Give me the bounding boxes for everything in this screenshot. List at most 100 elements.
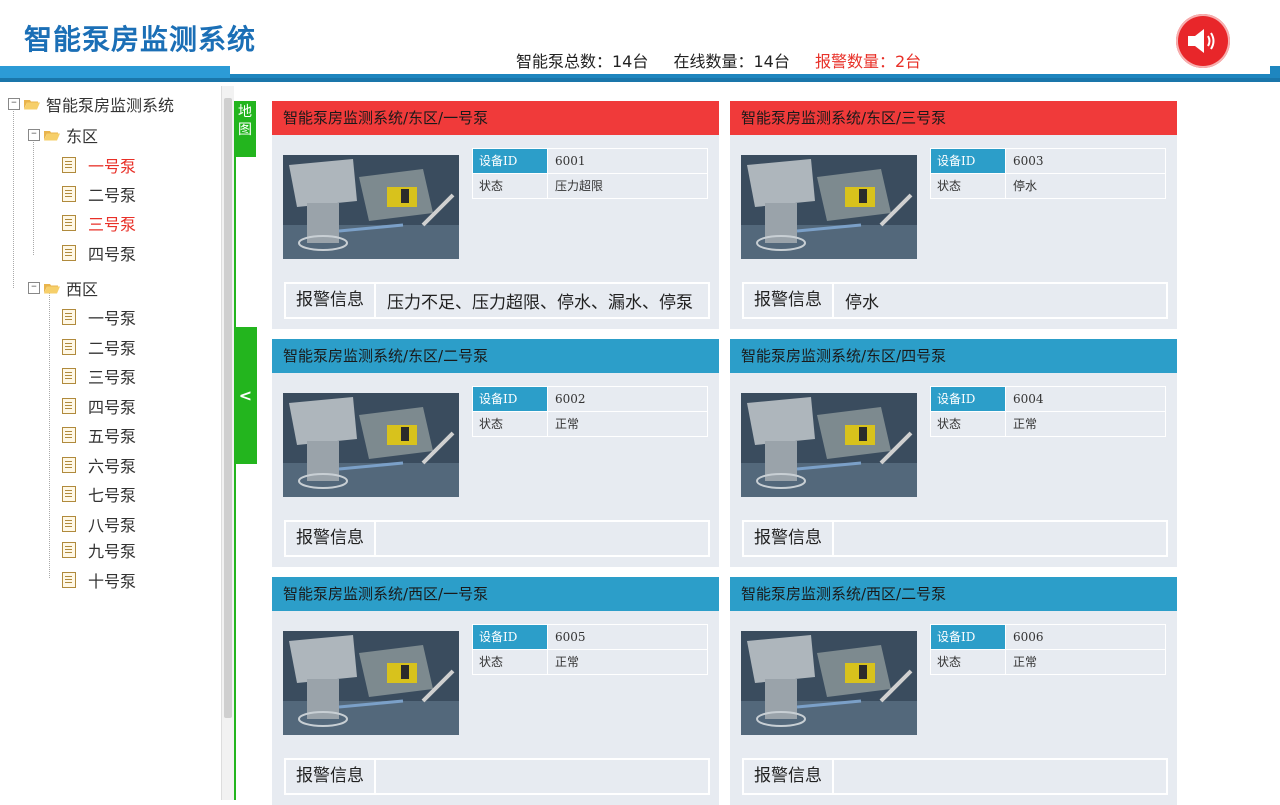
tree-item-label: 一号泵: [88, 157, 137, 176]
tree-item-label: 六号泵: [88, 457, 137, 476]
document-icon: [62, 516, 76, 532]
device-id-value: 6002: [555, 392, 586, 406]
status-value: 正常: [1013, 417, 1038, 431]
device-info-table: 设备ID 6005 状态 正常: [472, 624, 708, 675]
device-id-label: 设备ID: [473, 625, 548, 649]
status-label: 状态: [473, 412, 548, 436]
tree-item-west-6[interactable]: 六号泵: [62, 453, 136, 477]
tree-region-label: 西区: [66, 280, 99, 299]
tree-item-west-1[interactable]: 一号泵: [62, 305, 136, 329]
document-icon: [62, 245, 76, 261]
tree-region-label: 东区: [66, 127, 99, 146]
stat-total: 智能泵总数：14台: [516, 52, 649, 71]
pump-card[interactable]: 智能泵房监测系统/西区/一号泵 设备ID 6005 状态 正常 报警信息: [272, 577, 719, 805]
tree-item-west-5[interactable]: 五号泵: [62, 423, 136, 447]
pump-card[interactable]: 智能泵房监测系统/东区/二号泵 设备ID 6002 状态 正常 报警信息: [272, 339, 719, 567]
pump-card[interactable]: 智能泵房监测系统/东区/四号泵 设备ID 6004 状态 正常 报警信息: [730, 339, 1177, 567]
alarm-info-box: 报警信息 压力不足、压力超限、停水、漏水、停泵: [284, 282, 710, 319]
collapse-icon[interactable]: −: [28, 129, 40, 141]
card-title: 智能泵房监测系统/东区/四号泵: [730, 339, 1177, 373]
tree-region-west[interactable]: − 西区: [28, 276, 98, 300]
device-info-table: 设备ID 6002 状态 正常: [472, 386, 708, 437]
tree-item-west-4[interactable]: 四号泵: [62, 394, 136, 418]
tree-item-west-9[interactable]: 九号泵: [62, 538, 136, 562]
status-value: 压力超限: [555, 179, 604, 193]
alarm-info-box: 报警信息: [742, 520, 1168, 557]
stat-online: 在线数量：14台: [673, 52, 790, 71]
card-title: 智能泵房监测系统/东区/一号泵: [272, 101, 719, 135]
tree-item-east-3[interactable]: 三号泵: [62, 211, 136, 235]
alarm-info-label: 报警信息: [286, 760, 376, 793]
document-icon: [62, 309, 76, 325]
pump-station-image: [283, 631, 459, 735]
pump-card[interactable]: 智能泵房监测系统/西区/二号泵 设备ID 6006 状态 正常 报警信息: [730, 577, 1177, 805]
device-tree: − 智能泵房监测系统 − 东区 一号泵 二号泵 三号泵 四号泵 − 西区 一号泵…: [0, 86, 222, 800]
status-value: 正常: [1013, 655, 1038, 669]
device-info-table: 设备ID 6006 状态 正常: [930, 624, 1166, 675]
device-id-label: 设备ID: [473, 149, 548, 173]
tree-item-label: 二号泵: [88, 339, 137, 358]
tree-root[interactable]: − 智能泵房监测系统: [8, 92, 174, 116]
tree-item-west-8[interactable]: 八号泵: [62, 512, 136, 536]
device-id-value: 6003: [1013, 154, 1044, 168]
alarm-info-box: 报警信息: [284, 520, 710, 557]
pump-card[interactable]: 智能泵房监测系统/东区/一号泵 设备ID 6001 状态 压力超限 报警信息 压力不…: [272, 101, 719, 329]
tree-item-west-7[interactable]: 七号泵: [62, 482, 136, 506]
device-info-table: 设备ID 6001 状态 压力超限: [472, 148, 708, 199]
tree-item-label: 一号泵: [88, 309, 137, 328]
alarm-info-box: 报警信息: [284, 758, 710, 795]
document-icon: [62, 542, 76, 558]
device-id-value: 6006: [1013, 630, 1044, 644]
card-title: 智能泵房监测系统/西区/一号泵: [272, 577, 719, 611]
tree-item-label: 五号泵: [88, 427, 137, 446]
device-id-value: 6005: [555, 630, 586, 644]
tree-item-west-3[interactable]: 三号泵: [62, 364, 136, 388]
collapse-icon[interactable]: −: [8, 98, 20, 110]
map-tab[interactable]: 地图: [234, 101, 256, 157]
alarm-info-value: 压力不足、压力超限、停水、漏水、停泵: [387, 293, 693, 313]
pump-station-image: [741, 155, 917, 259]
device-info-table: 设备ID 6003 状态 停水: [930, 148, 1166, 199]
card-title: 智能泵房监测系统/西区/二号泵: [730, 577, 1177, 611]
tree-scrollbar[interactable]: [221, 86, 234, 800]
panel-divider: [234, 155, 236, 800]
folder-open-icon: [44, 284, 60, 294]
alarm-info-box: 报警信息: [742, 758, 1168, 795]
scrollbar-thumb[interactable]: [224, 98, 232, 718]
device-id-label: 设备ID: [931, 387, 1006, 411]
app-header: 智能泵房监测系统 智能泵总数：14台 在线数量：14台 报警数量：2台: [0, 0, 1280, 90]
alarm-info-label: 报警信息: [286, 284, 376, 317]
pump-card[interactable]: 智能泵房监测系统/东区/三号泵 设备ID 6003 状态 停水 报警信息 停水: [730, 101, 1177, 329]
tree-item-east-2[interactable]: 二号泵: [62, 182, 136, 206]
document-icon: [62, 186, 76, 202]
card-title: 智能泵房监测系统/东区/三号泵: [730, 101, 1177, 135]
tree-item-east-4[interactable]: 四号泵: [62, 241, 136, 265]
pump-station-image: [741, 393, 917, 497]
document-icon: [62, 368, 76, 384]
status-value: 正常: [555, 417, 580, 431]
tree-item-label: 三号泵: [88, 215, 137, 234]
tree-region-east[interactable]: − 东区: [28, 123, 98, 147]
status-label: 状态: [931, 412, 1006, 436]
tree-item-label: 十号泵: [88, 572, 137, 591]
status-label: 状态: [931, 650, 1006, 674]
device-id-label: 设备ID: [473, 387, 548, 411]
pump-stats: 智能泵总数：14台 在线数量：14台 报警数量：2台: [516, 48, 941, 72]
folder-open-icon: [24, 100, 40, 110]
speaker-icon[interactable]: [1176, 14, 1230, 68]
tree-item-label: 四号泵: [88, 398, 137, 417]
collapse-icon[interactable]: −: [28, 282, 40, 294]
pump-station-image: [283, 155, 459, 259]
stat-alarm: 报警数量：2台: [814, 52, 922, 71]
tree-item-west-10[interactable]: 十号泵: [62, 568, 136, 592]
pump-station-image: [283, 393, 459, 497]
status-value: 停水: [1013, 179, 1038, 193]
device-id-label: 设备ID: [931, 149, 1006, 173]
status-label: 状态: [931, 174, 1006, 198]
tree-item-west-2[interactable]: 二号泵: [62, 335, 136, 359]
status-label: 状态: [473, 650, 548, 674]
status-label: 状态: [473, 174, 548, 198]
tree-item-label: 二号泵: [88, 186, 137, 205]
tree-item-east-1[interactable]: 一号泵: [62, 153, 136, 177]
collapse-panel-button[interactable]: <: [234, 327, 257, 464]
